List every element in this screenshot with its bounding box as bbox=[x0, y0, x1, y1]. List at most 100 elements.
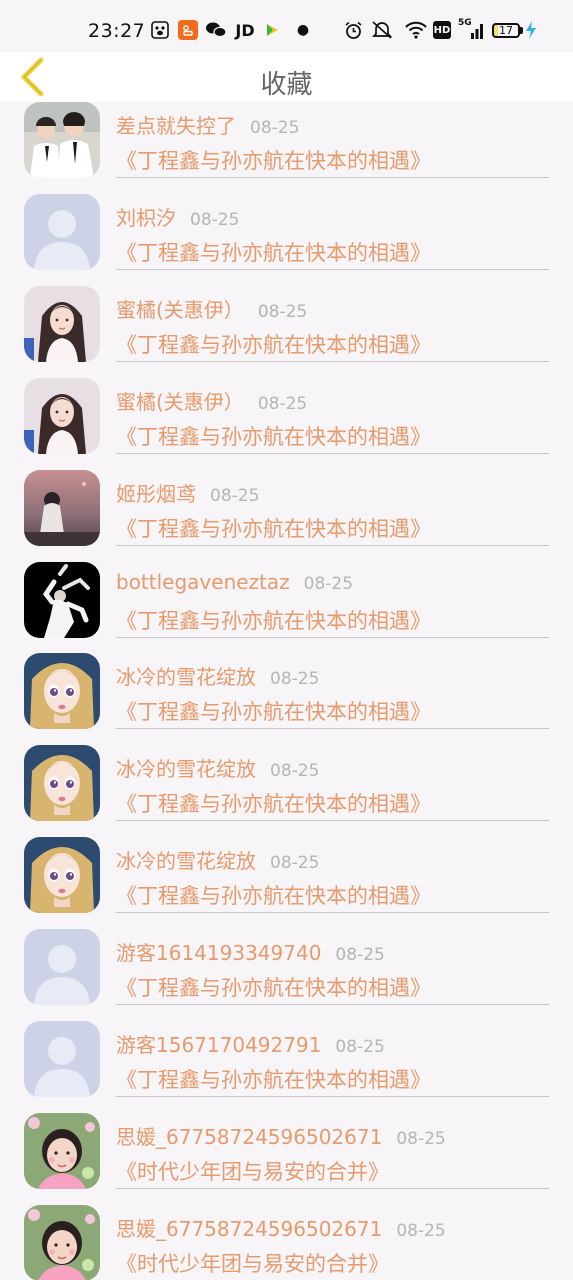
charging-icon bbox=[524, 20, 538, 40]
avatar[interactable] bbox=[24, 193, 100, 270]
book-title-link[interactable]: 《丁程鑫与孙亦航在快本的相遇》 bbox=[116, 421, 431, 451]
list-item[interactable]: 冰冷的雪花绽放 08-25 《丁程鑫与孙亦航在快本的相遇》 bbox=[0, 731, 573, 823]
favorite-date: 08-25 bbox=[210, 485, 260, 506]
avatar[interactable] bbox=[24, 469, 100, 546]
user-name-text: 冰冷的雪花绽放 bbox=[116, 757, 256, 782]
status-time: 23:27 bbox=[88, 20, 146, 42]
favorite-date: 08-25 bbox=[396, 1220, 446, 1241]
row-divider bbox=[116, 1187, 549, 1189]
header: 收藏 bbox=[0, 52, 573, 102]
row-divider bbox=[116, 636, 549, 638]
list-item[interactable]: 游客1614193349740 08-25 《丁程鑫与孙亦航在快本的相遇》 bbox=[0, 915, 573, 1007]
list-item[interactable]: 思媛_67758724596502671 08-25 《时代少年团与易安的合并》 bbox=[0, 1191, 573, 1280]
user-name[interactable]: 姬彤烟鸢 08-25 bbox=[116, 478, 259, 507]
book-title-link[interactable]: 《时代少年团与易安的合并》 bbox=[116, 1248, 389, 1278]
user-name[interactable]: 游客1614193349740 08-25 bbox=[116, 937, 385, 966]
list-item[interactable]: 姬彤烟鸢 08-25 《丁程鑫与孙亦航在快本的相遇》 bbox=[0, 456, 573, 548]
book-title-link[interactable]: 《丁程鑫与孙亦航在快本的相遇》 bbox=[116, 696, 431, 726]
favorite-date: 08-25 bbox=[303, 573, 354, 594]
avatar[interactable] bbox=[24, 377, 100, 454]
user-name-text: 刘枳汐 bbox=[116, 205, 176, 230]
user-name[interactable]: 冰冷的雪花绽放 08-25 bbox=[116, 661, 319, 690]
user-name-text: 游客1567170492791 bbox=[116, 1033, 322, 1057]
user-name[interactable]: 游客1567170492791 08-25 bbox=[116, 1029, 385, 1058]
row-divider bbox=[116, 544, 549, 546]
battery-tip bbox=[520, 27, 523, 34]
user-name[interactable]: 蜜橘(关惠伊） 08-25 bbox=[116, 294, 307, 323]
list-item[interactable]: 冰冷的雪花绽放 08-25 《丁程鑫与孙亦航在快本的相遇》 bbox=[0, 823, 573, 915]
dot-icon: ● bbox=[296, 22, 310, 38]
video-play-icon bbox=[263, 20, 281, 40]
hd-icon: HD bbox=[433, 21, 451, 39]
avatar[interactable] bbox=[24, 929, 100, 1006]
book-title-link[interactable]: 《丁程鑫与孙亦航在快本的相遇》 bbox=[116, 880, 431, 910]
favorite-date: 08-25 bbox=[250, 118, 300, 138]
book-title-link[interactable]: 《时代少年团与易安的合并》 bbox=[116, 1156, 389, 1186]
mute-icon bbox=[370, 20, 394, 40]
avatar[interactable] bbox=[24, 1021, 100, 1097]
page-title: 收藏 bbox=[260, 70, 313, 100]
row-divider bbox=[116, 452, 549, 454]
wifi-icon bbox=[404, 20, 428, 40]
book-title-link[interactable]: 《丁程鑫与孙亦航在快本的相遇》 bbox=[116, 329, 431, 359]
avatar[interactable] bbox=[24, 102, 100, 178]
user-name[interactable]: 刘枳汐 08-25 bbox=[116, 202, 239, 231]
user-name[interactable]: 思媛_67758724596502671 08-25 bbox=[116, 1213, 446, 1242]
user-name[interactable]: 差点就失控了 08-25 bbox=[116, 110, 299, 139]
book-title-link[interactable]: 《丁程鑫与孙亦航在快本的相遇》 bbox=[116, 145, 431, 175]
favorite-date: 08-25 bbox=[270, 853, 320, 874]
book-title-link[interactable]: 《丁程鑫与孙亦航在快本的相遇》 bbox=[116, 513, 431, 543]
status-bar: 23:27 JD ● HD 5G 17 bbox=[0, 0, 573, 52]
row-divider bbox=[116, 820, 549, 822]
list-item[interactable]: 蜜橘(关惠伊） 08-25 《丁程鑫与孙亦航在快本的相遇》 bbox=[0, 364, 573, 456]
user-name[interactable]: 思媛_67758724596502671 08-25 bbox=[116, 1121, 446, 1150]
list-item[interactable]: 刘枳汐 08-25 《丁程鑫与孙亦航在快本的相遇》 bbox=[0, 180, 573, 272]
user-name-text: bottlegaveneztaz bbox=[116, 569, 290, 594]
list-item[interactable]: 冰冷的雪花绽放 08-25 《丁程鑫与孙亦航在快本的相遇》 bbox=[0, 639, 573, 731]
avatar[interactable] bbox=[24, 745, 100, 822]
user-name-text: 思媛_67758724596502671 bbox=[116, 1216, 383, 1241]
favorites-list: 差点就失控了 08-25 《丁程鑫与孙亦航在快本的相遇》 刘枳汐 08-25 《丁程鑫与孙… bbox=[0, 102, 573, 1280]
alarm-icon bbox=[343, 20, 363, 40]
list-item[interactable]: 思媛_67758724596502671 08-25 《时代少年团与易安的合并》 bbox=[0, 1099, 573, 1191]
favorite-date: 08-25 bbox=[257, 301, 308, 322]
user-name[interactable]: 蜜橘(关惠伊） 08-25 bbox=[116, 386, 307, 415]
row-divider bbox=[116, 177, 549, 178]
row-divider bbox=[116, 268, 549, 270]
user-name[interactable]: 冰冷的雪花绽放 08-25 bbox=[116, 753, 319, 782]
paw-app-icon bbox=[150, 20, 170, 40]
list-item[interactable]: 差点就失控了 08-25 《丁程鑫与孙亦航在快本的相遇》 bbox=[0, 102, 573, 180]
avatar[interactable] bbox=[24, 653, 100, 730]
list-item[interactable]: 游客1567170492791 08-25 《丁程鑫与孙亦航在快本的相遇》 bbox=[0, 1007, 573, 1099]
favorite-date: 08-25 bbox=[190, 209, 240, 230]
row-divider bbox=[116, 728, 549, 730]
avatar[interactable] bbox=[24, 1204, 100, 1280]
list-item[interactable]: bottlegaveneztaz 08-25 《丁程鑫与孙亦航在快本的相遇》 bbox=[0, 548, 573, 640]
favorite-date: 08-25 bbox=[335, 945, 385, 966]
user-name-text: 思媛_67758724596502671 bbox=[116, 1124, 383, 1149]
book-title-link[interactable]: 《丁程鑫与孙亦航在快本的相遇》 bbox=[116, 1064, 431, 1094]
user-name[interactable]: 冰冷的雪花绽放 08-25 bbox=[116, 845, 319, 874]
user-name-text: 差点就失控了 bbox=[116, 114, 236, 138]
jd-icon: JD bbox=[235, 20, 255, 40]
battery-icon: 17 bbox=[492, 23, 520, 38]
book-title-link[interactable]: 《丁程鑫与孙亦航在快本的相遇》 bbox=[116, 972, 431, 1002]
favorite-date: 08-25 bbox=[257, 393, 308, 414]
favorite-date: 08-25 bbox=[396, 1128, 446, 1149]
row-divider bbox=[116, 912, 549, 914]
orange-app-icon bbox=[178, 20, 198, 40]
user-name-text: 冰冷的雪花绽放 bbox=[116, 665, 256, 690]
avatar[interactable] bbox=[24, 1112, 100, 1189]
book-title-link[interactable]: 《丁程鑫与孙亦航在快本的相遇》 bbox=[116, 788, 431, 818]
book-title-link[interactable]: 《丁程鑫与孙亦航在快本的相遇》 bbox=[116, 605, 431, 635]
avatar[interactable] bbox=[24, 837, 100, 914]
favorite-date: 08-25 bbox=[335, 1037, 385, 1057]
user-name-text: 游客1614193349740 bbox=[116, 941, 322, 966]
row-divider bbox=[116, 360, 549, 362]
row-divider bbox=[116, 1004, 549, 1006]
user-name[interactable]: bottlegaveneztaz 08-25 bbox=[116, 570, 353, 594]
book-title-link[interactable]: 《丁程鑫与孙亦航在快本的相遇》 bbox=[116, 237, 431, 267]
avatar[interactable] bbox=[24, 285, 100, 362]
list-item[interactable]: 蜜橘(关惠伊） 08-25 《丁程鑫与孙亦航在快本的相遇》 bbox=[0, 272, 573, 364]
avatar[interactable] bbox=[24, 561, 100, 638]
